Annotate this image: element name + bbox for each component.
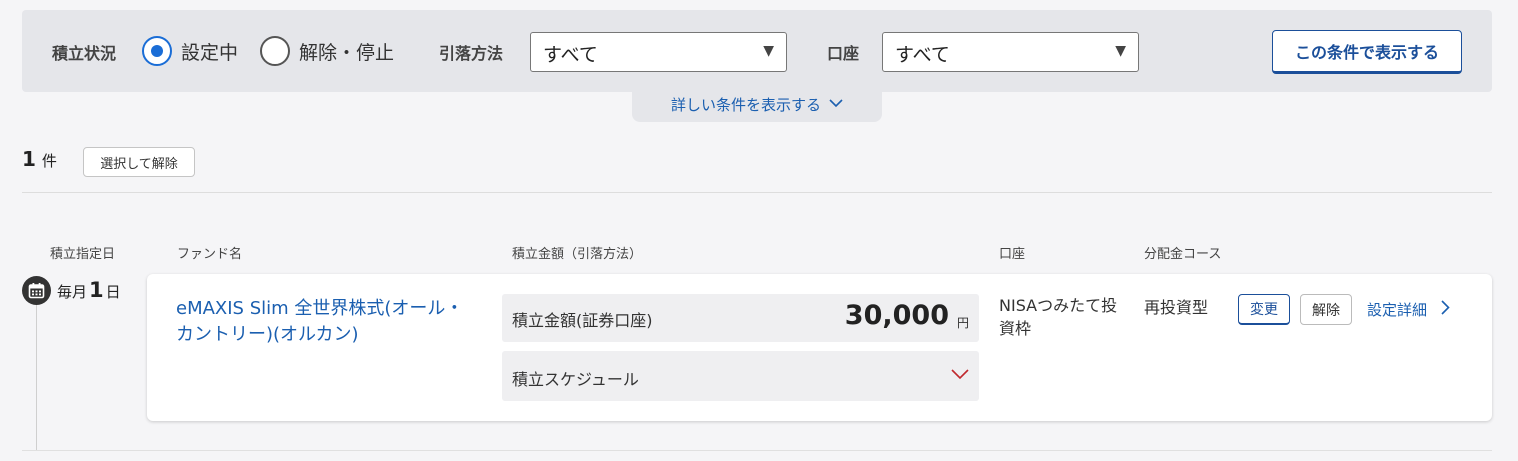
plan-card: eMAXIS Slim 全世界株式(オール・カントリー)(オルカン) 積立金額(…: [147, 274, 1492, 421]
account-label: 口座: [827, 44, 860, 63]
date-suffix: 日: [105, 283, 121, 301]
withdrawal-select[interactable]: すべて ▼: [530, 32, 787, 72]
result-count-unit: 件: [41, 152, 57, 170]
column-header-fund: ファンド名: [177, 247, 243, 262]
withdrawal-label: 引落方法: [439, 44, 504, 63]
account-select-value: すべて: [895, 44, 950, 66]
amount-value: 30,000: [844, 300, 949, 331]
triangle-down-icon: ▼: [763, 43, 774, 59]
account-select[interactable]: すべて ▼: [882, 32, 1139, 72]
clear-selected-button[interactable]: 選択して解除: [83, 147, 195, 177]
schedule-label: 積立スケジュール: [512, 370, 639, 389]
calendar-icon: [22, 276, 51, 305]
status-radio-stopped[interactable]: [260, 36, 290, 66]
chevron-down-icon: [951, 365, 969, 384]
date-number: 1: [89, 278, 104, 302]
status-label: 積立状況: [52, 44, 117, 63]
divider: [22, 450, 1492, 451]
status-radio-stopped-label[interactable]: 解除・停止: [299, 38, 394, 65]
apply-filter-button[interactable]: この条件で表示する: [1272, 30, 1462, 74]
fund-name-link[interactable]: eMAXIS Slim 全世界株式(オール・カントリー)(オルカン): [176, 296, 476, 348]
more-conditions-toggle[interactable]: 詳しい条件を表示する: [632, 86, 882, 122]
timeline-line: [36, 300, 37, 450]
chevron-down-icon: [829, 97, 843, 112]
course-value: 再投資型: [1144, 298, 1209, 317]
column-header-account: 口座: [999, 247, 1026, 262]
column-header-amount: 積立金額（引落方法）: [512, 247, 643, 262]
status-radio-active[interactable]: [142, 36, 172, 66]
chevron-right-icon: [1441, 300, 1450, 319]
result-count-number: 1: [22, 147, 36, 171]
more-conditions-label: 詳しい条件を表示する: [670, 95, 821, 114]
settings-detail-label: 設定詳細: [1367, 301, 1428, 319]
settings-detail-link[interactable]: 設定詳細: [1367, 299, 1450, 320]
divider: [22, 192, 1492, 193]
result-count: 1件: [22, 147, 57, 171]
change-button[interactable]: 変更: [1238, 294, 1290, 325]
filter-panel: 積立状況 設定中 解除・停止 引落方法 すべて ▼ 口座 すべて ▼ この条件で…: [22, 10, 1492, 92]
schedule-toggle[interactable]: 積立スケジュール: [502, 351, 979, 401]
status-radio-active-label[interactable]: 設定中: [181, 38, 238, 65]
column-header-course: 分配金コース: [1144, 247, 1222, 262]
date-prefix: 毎月: [57, 283, 88, 301]
cancel-button[interactable]: 解除: [1300, 294, 1352, 325]
scheduled-date: 毎月1 日: [57, 278, 121, 302]
account-value: NISAつみたて投資枠: [999, 296, 1118, 338]
triangle-down-icon: ▼: [1115, 43, 1126, 59]
column-header-date: 積立指定日: [50, 247, 116, 262]
amount-box: 積立金額(証券口座) 30,000 円: [502, 294, 979, 342]
amount-label: 積立金額(証券口座): [512, 311, 653, 330]
amount-unit: 円: [956, 316, 969, 330]
withdrawal-select-value: すべて: [543, 44, 598, 66]
